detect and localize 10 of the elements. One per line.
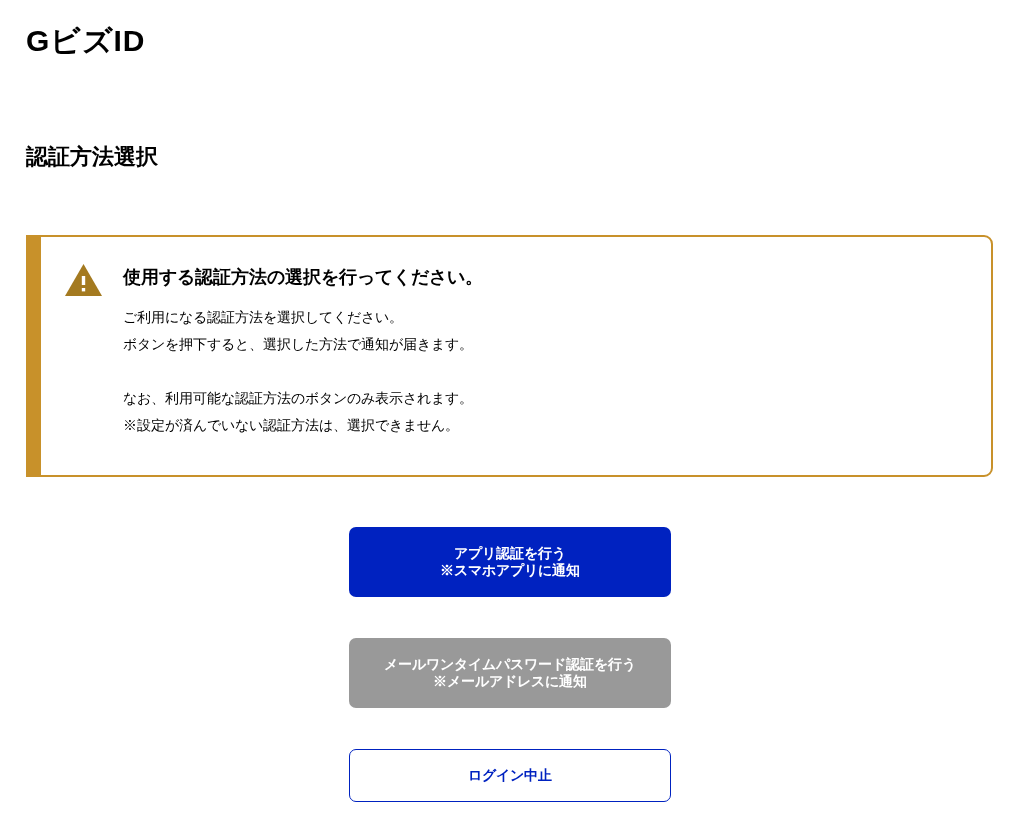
alert-text: ※設定が済んでいない認証方法は、選択できません。 [123,416,459,435]
alert-text: なお、利用可能な認証方法のボタンのみ表示されます。 [123,389,473,408]
cancel-button[interactable]: ログイン中止 [348,749,671,802]
warning-icon [65,264,102,296]
alert-text: ボタンを押下すると、選択した方法で通知が届きます。 [123,335,473,354]
auth-button[interactable]: アプリ認証を行う ※スマホアプリに通知 [348,527,671,597]
alert-text: ご利用になる認証方法を選択してください。 [123,308,403,327]
site-logo[interactable]: GビズID [26,22,146,60]
page-heading: 認証方法選択 [26,143,158,171]
alert-title: 使用する認証方法の選択を行ってください。 [123,266,483,289]
